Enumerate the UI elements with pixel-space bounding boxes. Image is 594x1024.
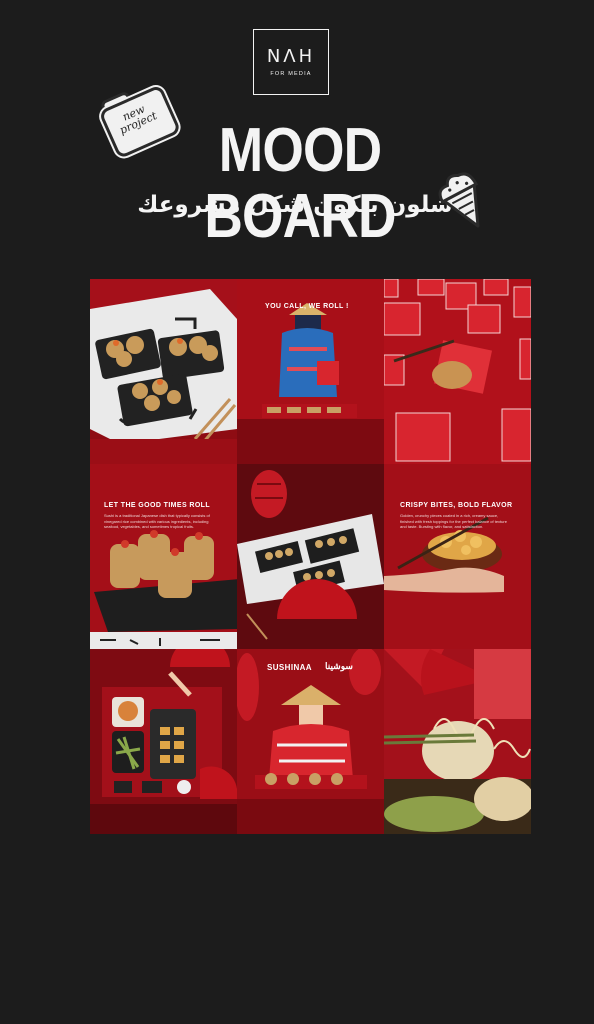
board-tile-takeout-boxes[interactable] — [384, 279, 531, 464]
brand-logo: NΛH FOR MEDIA — [253, 29, 329, 95]
logo-subtitle: FOR MEDIA — [270, 71, 312, 77]
board-tile-you-call-we-roll[interactable]: YOU CALL, WE ROLL ! — [237, 279, 384, 464]
board-tile-good-times-roll[interactable]: LET THE GOOD TIMES ROLL Sushi is a tradi… — [90, 464, 237, 649]
logo-mark: NΛH — [266, 46, 316, 67]
board-tile-dishes-table[interactable] — [90, 649, 237, 834]
tile-body: Golden, crunchy pieces coated in a rich,… — [400, 513, 507, 529]
tile-caption: YOU CALL, WE ROLL ! — [265, 303, 349, 310]
board-tile-noodles-closeup[interactable] — [384, 649, 531, 834]
board-tile-sushi-newspaper[interactable] — [90, 279, 237, 464]
tile-caption: LET THE GOOD TIMES ROLL — [104, 502, 211, 509]
brand-caption: SUSHINAA — [267, 663, 312, 672]
brand-caption-arabic: سوشينا — [325, 661, 353, 671]
board-tile-sushinaa[interactable]: SUSHINAA سوشينا — [237, 649, 384, 834]
tile-body: Sushi is a traditional Japanese dish tha… — [104, 513, 210, 529]
mood-board-grid: YOU CALL, WE ROLL ! LET THE GOOD TIMES R… — [90, 279, 531, 834]
ice-cream-sticker-icon — [434, 168, 492, 232]
board-tile-sushi-spread[interactable] — [237, 464, 384, 649]
board-tile-crispy-bites[interactable]: CRISPY BITES, BOLD FLAVOR Golden, crunch… — [384, 464, 531, 649]
tile-caption: CRISPY BITES, BOLD FLAVOR — [400, 502, 513, 509]
page-title: MOOD BOARD — [204, 116, 396, 251]
page-subtitle: شلون بيكون شكل مشروعك — [137, 192, 453, 218]
